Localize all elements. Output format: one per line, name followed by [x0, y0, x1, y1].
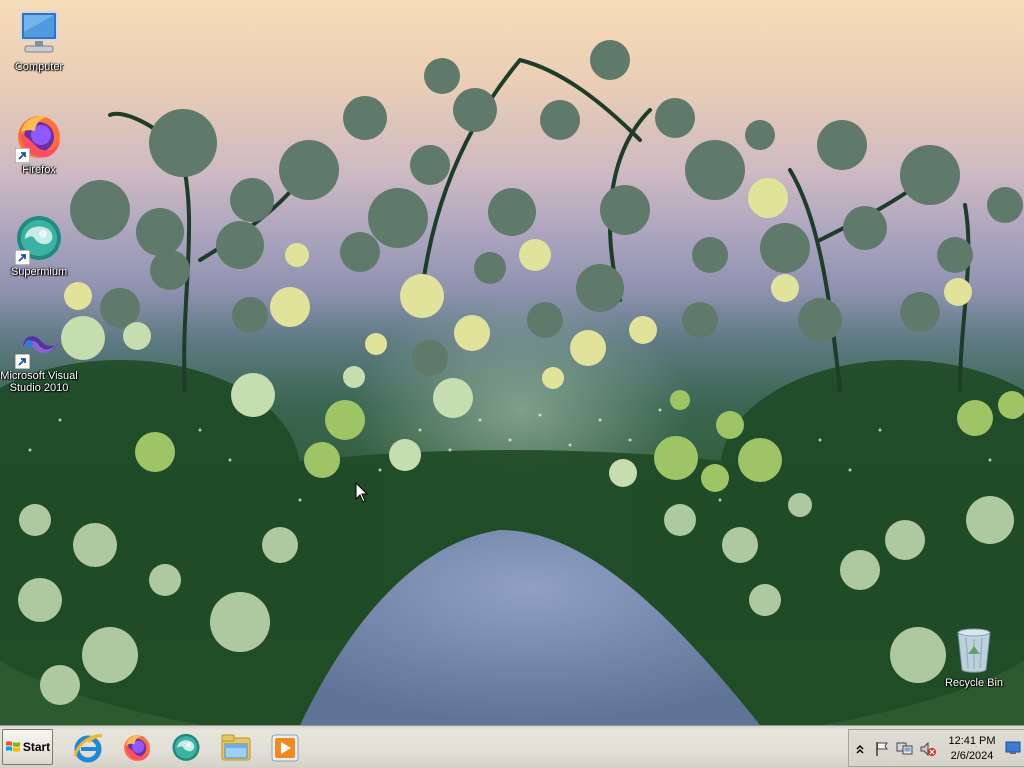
windows-explorer-icon: [221, 734, 251, 761]
chevron-up-icon: [856, 744, 864, 754]
taskbar-firefox[interactable]: [116, 729, 158, 767]
start-label: Start: [22, 740, 51, 754]
taskbar-supermium[interactable]: [165, 729, 207, 767]
desktop-icon-label: Microsoft Visual Studio 2010: [0, 370, 78, 394]
wallpaper: [0, 40, 1024, 725]
desktop-icon-computer[interactable]: Computer: [0, 8, 79, 73]
show-desktop-icon: [1005, 741, 1021, 754]
network-tray[interactable]: [896, 740, 914, 758]
desktop-icon-label: Recycle Bin: [944, 677, 1004, 689]
desktop-icon-label: Computer: [14, 61, 64, 73]
flag-icon: [876, 742, 888, 756]
internet-explorer-icon: [73, 734, 103, 763]
taskbar-windows-explorer[interactable]: [215, 729, 257, 767]
firefox-icon: [124, 735, 150, 761]
system-tray: 12:41 PM 2/6/2024: [848, 729, 1024, 767]
taskbar-internet-explorer[interactable]: [67, 729, 109, 767]
volume-tray[interactable]: [919, 740, 937, 758]
action-center-tray[interactable]: [873, 740, 891, 758]
recycle-bin-icon: [957, 628, 991, 673]
clock[interactable]: 12:41 PM 2/6/2024: [943, 734, 1001, 764]
desktop[interactable]: Computer Firefox Supermium Microsoft Vis…: [0, 0, 1024, 725]
network-icon: [896, 742, 913, 755]
desktop-icon-supermium[interactable]: Supermium: [0, 213, 79, 278]
taskbar: Start 12:41 PM 2/6/2024: [0, 725, 1024, 768]
desktop-icon-firefox[interactable]: Firefox: [0, 111, 79, 176]
clock-date: 2/6/2024: [950, 750, 994, 762]
computer-icon: [20, 11, 58, 53]
mouse-cursor-icon: [355, 482, 369, 503]
shortcut-arrow-icon: [15, 148, 30, 163]
supermium-icon: [172, 733, 200, 761]
desktop-icon-label: Supermium: [10, 266, 68, 278]
shortcut-arrow-icon: [15, 354, 30, 369]
start-button[interactable]: Start: [2, 729, 53, 765]
desktop-icon-visual-studio[interactable]: Microsoft Visual Studio 2010: [0, 317, 79, 394]
windows-logo-icon: [5, 741, 20, 752]
taskbar-media-player[interactable]: [264, 729, 306, 767]
shortcut-arrow-icon: [15, 250, 30, 265]
clock-time: 12:41 PM: [948, 735, 996, 747]
media-player-icon: [271, 734, 299, 762]
desktop-icon-label: Firefox: [22, 164, 56, 176]
speaker-muted-icon: [920, 741, 936, 757]
show-hidden-icons-button[interactable]: [851, 740, 869, 758]
desktop-icon-recycle-bin[interactable]: Recycle Bin: [934, 624, 1014, 689]
show-desktop-button[interactable]: [1001, 730, 1024, 766]
